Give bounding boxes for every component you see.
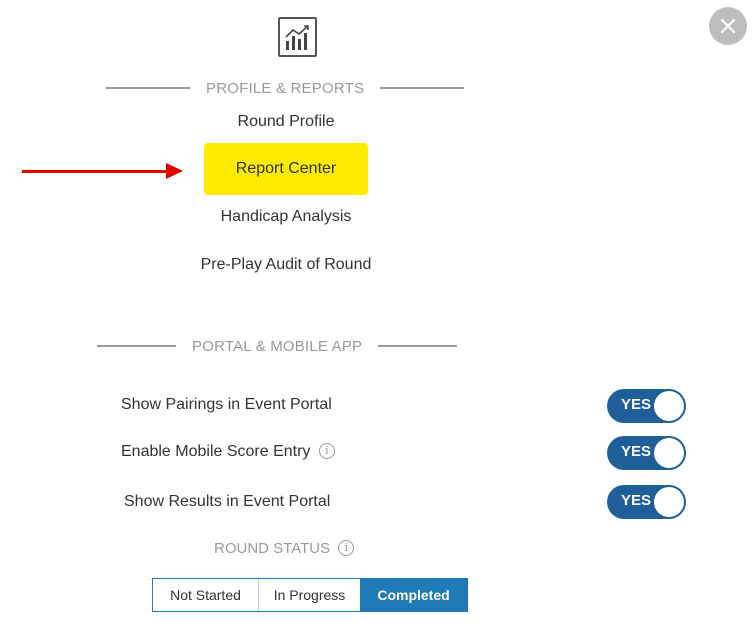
setting-label-text: Show Pairings in Event Portal (121, 396, 332, 413)
divider (378, 345, 458, 347)
toggle-knob (654, 438, 684, 468)
round-status-selector: Not Started In Progress Completed (152, 578, 468, 612)
red-arrow-icon (166, 163, 183, 179)
status-not-started[interactable]: Not Started (153, 579, 258, 611)
divider (380, 87, 465, 89)
divider (106, 87, 190, 89)
toggle-knob (654, 391, 684, 421)
chart-report-icon (278, 17, 317, 57)
info-icon[interactable]: i (318, 443, 335, 459)
section-title: PROFILE & REPORTS (206, 79, 365, 97)
close-button[interactable] (709, 7, 747, 45)
setting-label-text: Enable Mobile Score Entry (121, 443, 311, 460)
divider (97, 345, 176, 347)
show-results-label: Show Results in Event Portal (124, 493, 330, 511)
round-status-label: ROUND STATUS i (214, 540, 355, 557)
pre-play-audit-link[interactable]: Pre-Play Audit of Round (156, 256, 416, 274)
toggle-state: YES (621, 396, 652, 413)
setting-label-text: Show Results in Event Portal (124, 493, 331, 510)
round-status-text: ROUND STATUS (214, 540, 331, 557)
show-pairings-label: Show Pairings in Event Portal (121, 396, 332, 414)
profile-reports-header: PROFILE & REPORTS (106, 78, 492, 98)
handicap-analysis-link[interactable]: Handicap Analysis (186, 208, 386, 226)
enable-mobile-score-toggle[interactable]: YES (607, 436, 686, 470)
toggle-state: YES (621, 492, 652, 509)
round-profile-link[interactable]: Round Profile (186, 113, 386, 131)
show-results-toggle[interactable]: YES (607, 485, 686, 519)
toggle-knob (654, 487, 684, 517)
toggle-state: YES (621, 443, 652, 460)
info-icon[interactable]: i (338, 540, 355, 556)
close-icon (720, 18, 736, 34)
show-pairings-toggle[interactable]: YES (607, 389, 686, 423)
status-completed[interactable]: Completed (360, 579, 467, 611)
red-arrow-shaft (22, 170, 170, 173)
portal-mobile-header: PORTAL & MOBILE APP (97, 336, 503, 356)
status-in-progress[interactable]: In Progress (258, 579, 360, 611)
report-center-link[interactable]: Report Center (186, 160, 386, 178)
section-title: PORTAL & MOBILE APP (192, 337, 363, 355)
enable-mobile-score-label: Enable Mobile Score Entry i (121, 443, 335, 461)
